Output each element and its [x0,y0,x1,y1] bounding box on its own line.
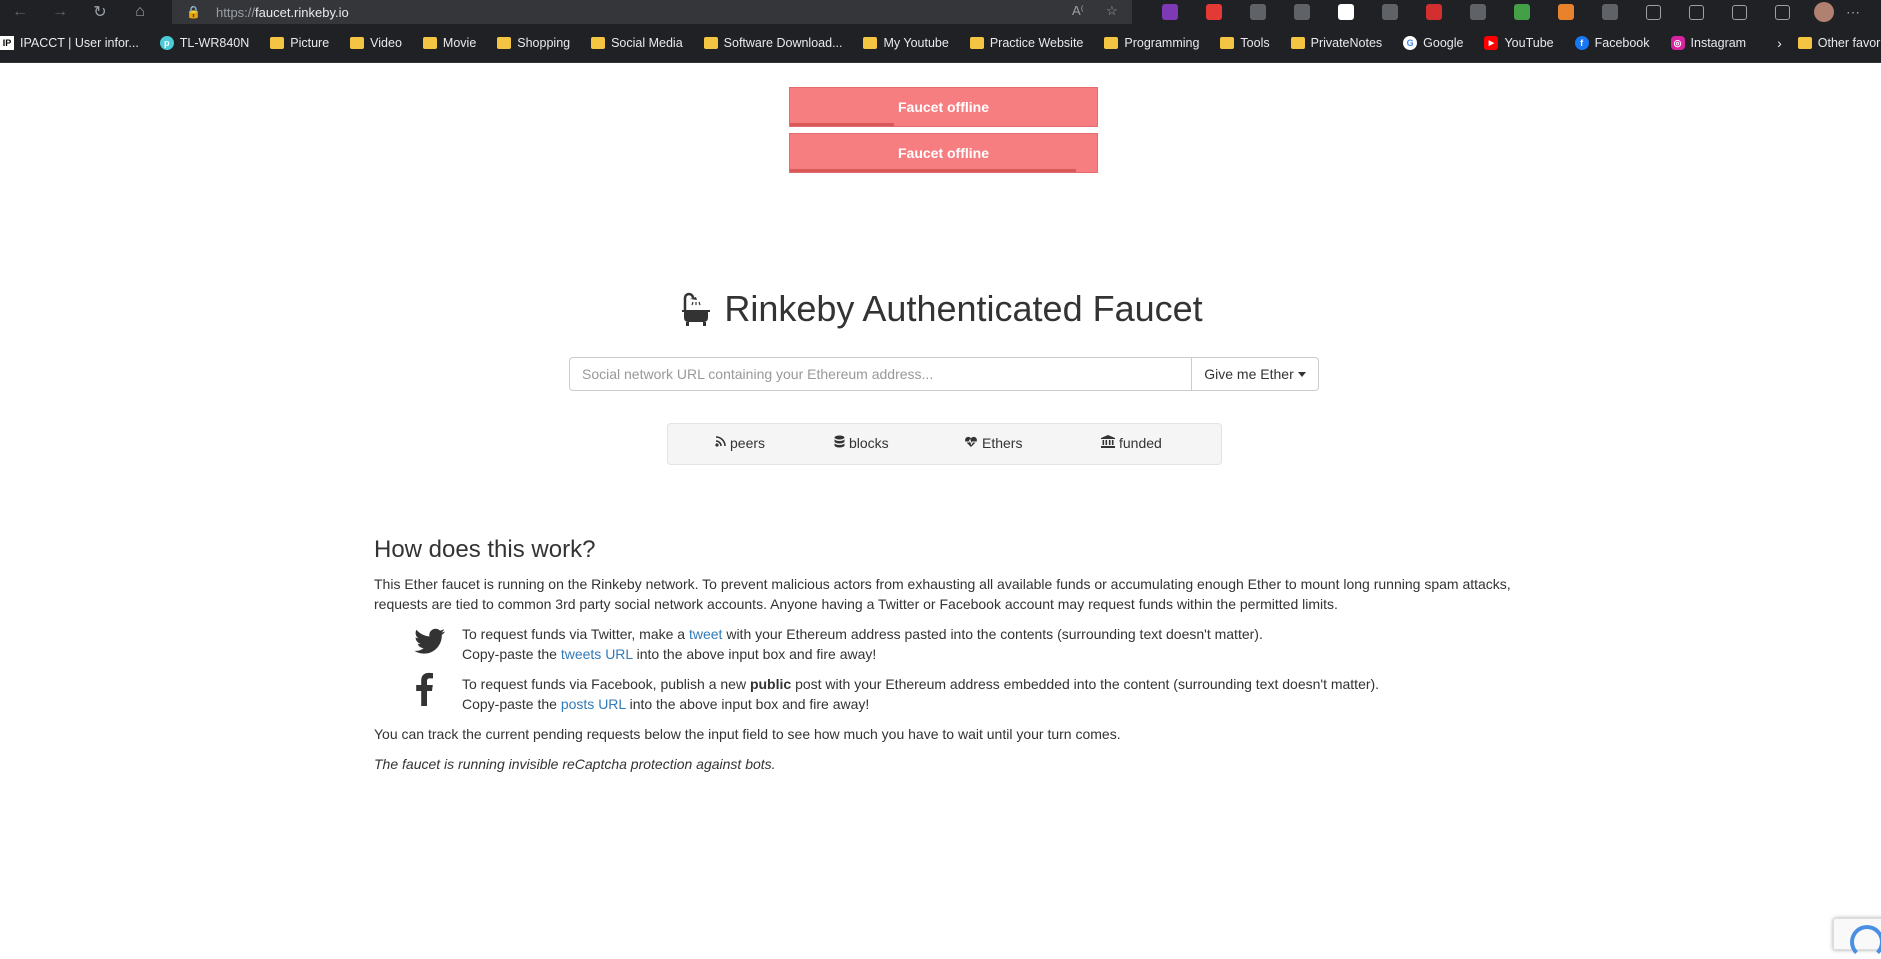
bookmark-other-favorites[interactable]: Other favorites [1797,36,1881,50]
bookmarks-bar: IP IPACCT | User infor... p TL-WR840N Pictur… [0,24,1881,63]
bookmark-item[interactable]: ▶ YouTube [1484,36,1554,50]
heartbeat-icon [964,436,978,451]
browser-extension-icon[interactable] [1558,4,1574,20]
bookmark-item[interactable]: Movie [422,36,476,50]
lock-icon: 🔒 [186,5,201,19]
recaptcha-note: The faucet is running invisible reCaptch… [374,756,776,772]
faucet-request-form: Give me Ether [569,357,1319,391]
bookmark-item[interactable]: Software Download... [703,36,842,50]
browser-extension-icon[interactable] [1162,4,1178,20]
stat-funded: funded [1101,435,1162,451]
url-text[interactable]: https://faucet.rinkeby.io [216,5,349,20]
bookmark-item[interactable]: Programming [1104,36,1199,50]
rss-icon [715,436,726,450]
folder-icon [350,37,365,49]
settings-more-icon[interactable]: ⋯ [1846,4,1860,21]
facebook-icon: f [1574,36,1589,50]
how-intro-text: This Ether faucet is running on the Rink… [374,576,1511,612]
forward-icon[interactable]: → [40,0,80,24]
profile-avatar[interactable] [1814,2,1834,22]
give-me-ether-button[interactable]: Give me Ether [1192,357,1319,391]
folder-icon [863,37,878,49]
share-icon[interactable] [1775,4,1790,20]
bookmark-item[interactable]: Shopping [497,36,570,50]
folder-icon [497,37,512,49]
browser-extension-icon[interactable] [1294,4,1310,20]
browser-extension-icon[interactable] [1338,4,1354,20]
google-icon: G [1403,36,1418,50]
offline-progress-bar [790,123,895,126]
browser-extension-icon[interactable] [1426,4,1442,20]
performance-icon[interactable] [1732,4,1747,20]
twitter-instructions: To request funds via Twitter, make a twe… [374,624,1524,664]
folder-icon [1104,37,1119,49]
browser-extension-icon[interactable] [1514,4,1530,20]
facebook-instructions: To request funds via Facebook, publish a… [374,672,1524,714]
faucet-offline-banner: Faucet offline [789,133,1098,173]
browser-extension-icon[interactable] [1470,4,1486,20]
how-it-works-heading: How does this work? [374,536,596,563]
tplink-icon: p [159,36,174,50]
caret-down-icon [1297,371,1306,377]
bookmark-item[interactable]: ◎ Instagram [1670,36,1746,50]
bookmark-item[interactable]: Tools [1220,36,1270,50]
extensions-row: ⋯ [1148,0,1860,24]
browser-extension-icon[interactable] [1602,4,1618,20]
bookmarks-overflow-chevron-icon[interactable]: › [1777,35,1782,51]
bath-icon [682,292,711,326]
recaptcha-icon [1850,925,1881,959]
twitter-icon [414,628,445,654]
bookmark-item[interactable]: p TL-WR840N [159,36,249,50]
favorite-star-icon[interactable]: ☆ [1106,3,1118,19]
home-icon[interactable]: ⌂ [120,0,160,24]
how-it-works-section: How does this work? This Ether faucet is… [374,536,1524,784]
stat-peers: peers [715,435,765,451]
tweets-url-link[interactable]: tweets URL [561,646,633,662]
ipacct-icon: IP [0,36,14,50]
bookmark-item[interactable]: My Youtube [863,36,949,50]
folder-icon [591,37,606,49]
folder-icon [703,37,718,49]
folder-icon [422,37,437,49]
bookmark-item[interactable]: Social Media [591,36,683,50]
recaptcha-badge[interactable] [1833,918,1881,959]
folder-icon [969,37,984,49]
faucet-stats-panel: peers blocks Ethers funded [667,423,1222,465]
bank-icon [1101,435,1115,451]
folder-icon [1290,37,1305,49]
back-icon[interactable]: ← [0,0,40,24]
bookmark-item[interactable]: f Facebook [1574,36,1650,50]
stat-ethers: Ethers [964,435,1022,451]
tweet-link[interactable]: tweet [689,626,722,642]
database-icon [834,435,845,451]
youtube-icon: ▶ [1484,36,1499,50]
facebook-icon [416,672,433,706]
address-bar[interactable]: 🔒 https://faucet.rinkeby.io A⁽ ☆ [172,0,1132,24]
folder-icon [1220,37,1235,49]
read-aloud-icon[interactable]: A⁽ [1072,3,1084,19]
browser-extension-icon[interactable] [1206,4,1222,20]
collections-icon[interactable] [1689,4,1704,20]
bookmark-item[interactable]: G Google [1403,36,1463,50]
reload-icon[interactable]: ↻ [80,0,120,24]
bookmark-item[interactable]: IP IPACCT | User infor... [0,36,139,50]
bookmark-item[interactable]: Picture [270,36,329,50]
page-title: Rinkeby Authenticated Faucet [0,288,1881,330]
social-url-input[interactable] [569,357,1192,391]
track-requests-text: You can track the current pending reques… [374,726,1121,742]
offline-progress-bar [790,169,1076,172]
favorites-icon[interactable] [1646,4,1661,20]
posts-url-link[interactable]: posts URL [561,696,626,712]
folder-icon [1797,37,1812,49]
bookmark-item[interactable]: Video [350,36,402,50]
browser-extension-icon[interactable] [1250,4,1266,20]
stat-blocks: blocks [834,435,889,451]
instagram-icon: ◎ [1670,36,1685,50]
bookmark-item[interactable]: Practice Website [969,36,1083,50]
browser-extension-icon[interactable] [1382,4,1398,20]
bookmark-item[interactable]: PrivateNotes [1290,36,1382,50]
folder-icon [270,37,285,49]
faucet-offline-banner: Faucet offline [789,87,1098,127]
